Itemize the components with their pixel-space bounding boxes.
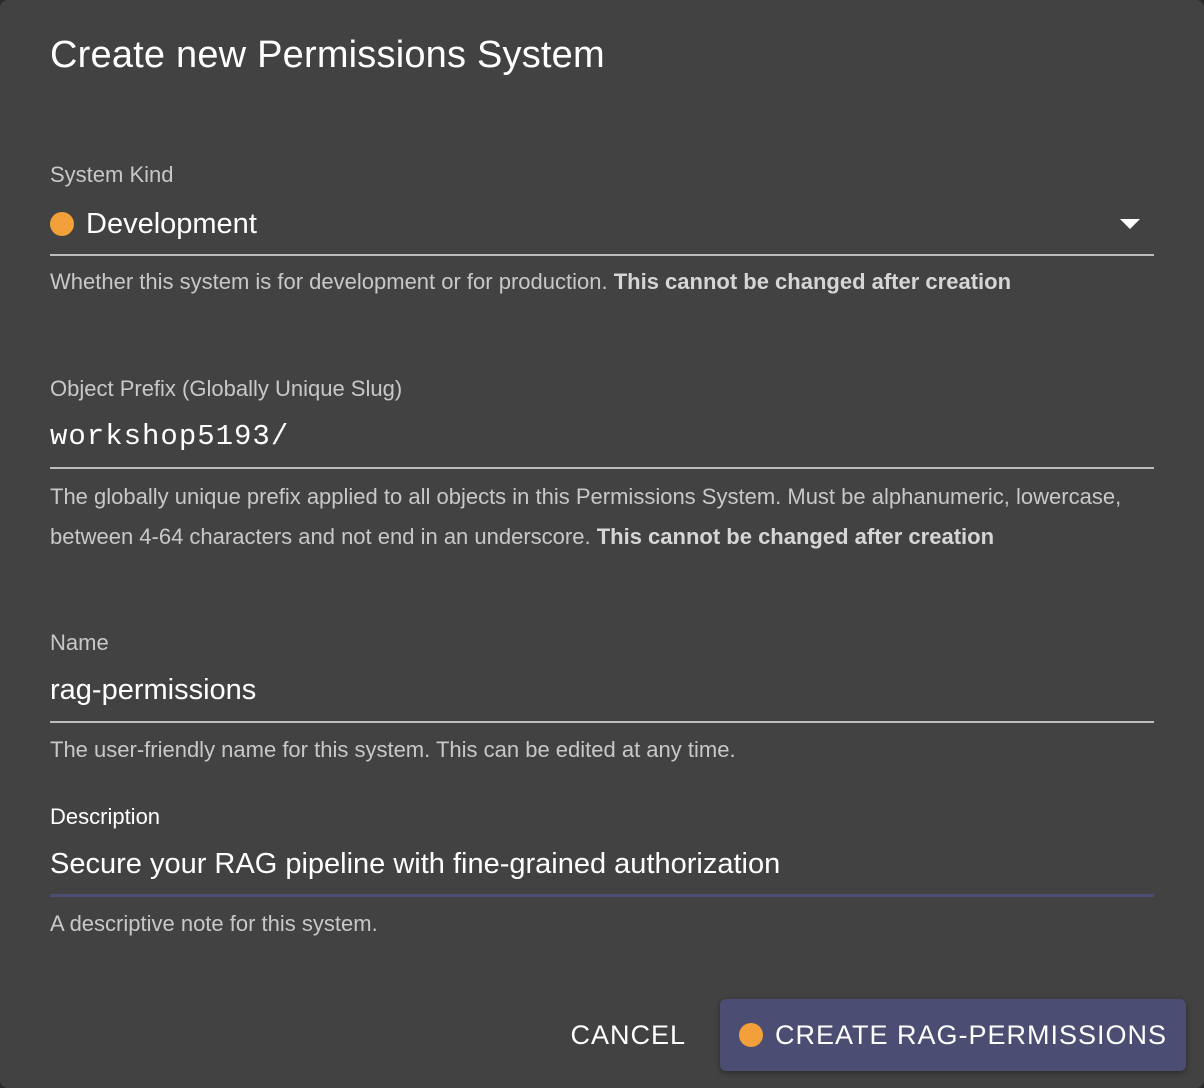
object-prefix-underline xyxy=(50,467,1154,469)
object-prefix-label: Object Prefix (Globally Unique Slug) xyxy=(50,376,403,401)
name-helper: The user-friendly name for this system. … xyxy=(50,737,736,762)
system-kind-helper-text: Whether this system is for development o… xyxy=(50,269,608,294)
dialog-title: Create new Permissions System xyxy=(50,34,605,76)
system-kind-select[interactable]: Development xyxy=(50,204,1154,244)
system-kind-value: Development xyxy=(86,207,257,240)
cancel-button[interactable]: CANCEL xyxy=(550,999,706,1071)
chevron-down-icon[interactable] xyxy=(1120,219,1140,229)
system-kind-underline xyxy=(50,254,1154,256)
create-button-label: CREATE RAG-PERMISSIONS xyxy=(774,1019,1168,1050)
name-input[interactable]: rag-permissions xyxy=(50,674,256,707)
description-underline xyxy=(50,894,1154,897)
object-prefix-helper-bold: This cannot be changed after creation xyxy=(596,524,995,549)
dialog-actions: CANCEL CREATE RAG-PERMISSIONS xyxy=(550,999,1186,1071)
create-permissions-system-dialog: Create new Permissions System System Kin… xyxy=(0,0,1204,1088)
description-input[interactable]: Secure your RAG pipeline with fine-grain… xyxy=(50,848,780,881)
name-label: Name xyxy=(50,630,109,655)
system-kind-label: System Kind xyxy=(50,162,174,187)
object-prefix-field: Object Prefix (Globally Unique Slug) wor… xyxy=(50,374,1154,594)
description-field: Description Secure your RAG pipeline wit… xyxy=(50,802,1154,942)
development-status-dot-icon xyxy=(50,212,74,236)
name-field: Name rag-permissions The user-friendly n… xyxy=(50,628,1154,768)
development-status-dot-icon xyxy=(738,1023,763,1047)
create-button[interactable]: CREATE RAG-PERMISSIONS xyxy=(720,999,1186,1071)
description-helper: A descriptive note for this system. xyxy=(50,911,378,936)
system-kind-helper: Whether this system is for development o… xyxy=(50,262,1154,302)
description-label: Description xyxy=(50,804,161,829)
object-prefix-input[interactable]: workshop5193/ xyxy=(50,420,289,453)
object-prefix-helper: The globally unique prefix applied to al… xyxy=(50,477,1154,557)
system-kind-helper-bold: This cannot be changed after creation xyxy=(613,269,1012,294)
system-kind-field: System Kind Development Whether this sys… xyxy=(50,160,1154,340)
name-underline xyxy=(50,721,1154,723)
